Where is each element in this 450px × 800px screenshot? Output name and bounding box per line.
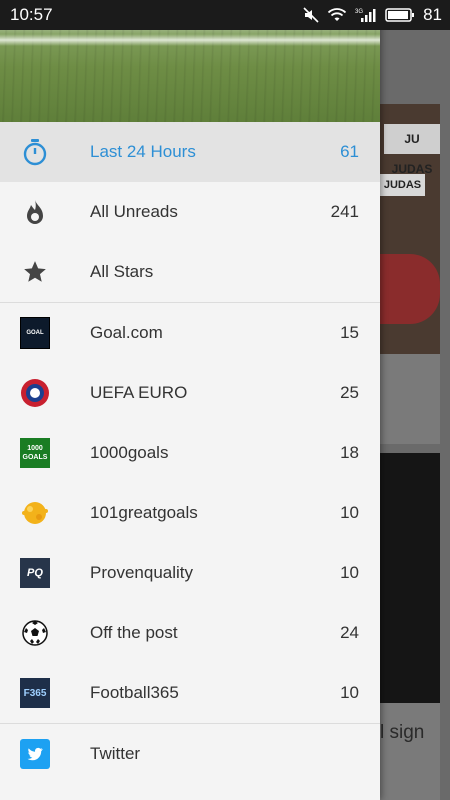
soccer-ball-icon bbox=[20, 618, 50, 648]
feed-count: 10 bbox=[340, 503, 359, 522]
flame-icon bbox=[20, 197, 50, 227]
stopwatch-icon bbox=[20, 137, 50, 167]
battery-percent: 81 bbox=[423, 5, 442, 24]
feed-label: Off the post bbox=[90, 623, 178, 642]
status-bar: 10:57 3G 81 bbox=[0, 0, 450, 30]
feed-label: Football365 bbox=[90, 683, 179, 702]
battery-icon bbox=[385, 8, 415, 22]
1000goals-logo-text-1: 1000 bbox=[27, 445, 43, 452]
background-article-text: l sign bbox=[380, 722, 425, 743]
drawer-item-last-24-hours[interactable]: Last 24 Hours 61 bbox=[0, 122, 380, 182]
wifi-icon bbox=[327, 8, 347, 21]
star-icon bbox=[20, 257, 50, 287]
feed-item-football365[interactable]: F365 Football365 10 bbox=[0, 663, 380, 723]
feed-item-provenquality[interactable]: PQ Provenquality 10 bbox=[0, 543, 380, 603]
drawer-item-label: Last 24 Hours bbox=[90, 142, 196, 161]
feed-label: Provenquality bbox=[90, 563, 194, 582]
feed-label: 101greatgoals bbox=[90, 503, 198, 522]
background-article-image-2 bbox=[380, 453, 440, 703]
background-player-arm bbox=[380, 254, 440, 324]
background-article-image-1: JU JUDAS JUDAS bbox=[380, 104, 440, 354]
feed-count: 25 bbox=[340, 383, 359, 402]
status-icons: 3G 81 bbox=[303, 5, 442, 25]
uefa-logo-icon bbox=[20, 378, 50, 408]
feed-item-101greatgoals[interactable]: 101greatgoals 10 bbox=[0, 483, 380, 543]
f365-logo-text: F365 bbox=[23, 687, 47, 699]
navigation-drawer: Last 24 Hours 61 All Unreads 241 All Sta… bbox=[0, 0, 380, 800]
drawer-list: Last 24 Hours 61 All Unreads 241 All Sta… bbox=[0, 122, 380, 784]
pq-logo-text: PQ bbox=[27, 567, 43, 579]
feed-label: UEFA EURO bbox=[90, 383, 188, 402]
1000goals-logo-icon: 1000 GOALS bbox=[20, 438, 50, 468]
feed-count: 18 bbox=[340, 443, 359, 462]
feed-count: 24 bbox=[340, 623, 359, 642]
drawer-item-all-unreads[interactable]: All Unreads 241 bbox=[0, 182, 380, 242]
goal-com-logo-icon: GOAL bbox=[20, 317, 50, 349]
drawer-item-count: 241 bbox=[330, 202, 359, 221]
drawer-item-label: All Stars bbox=[90, 262, 154, 281]
mute-icon bbox=[303, 7, 319, 23]
background-article-card-2 bbox=[380, 703, 440, 800]
feed-item-uefa-euro[interactable]: UEFA EURO 25 bbox=[0, 363, 380, 423]
signal-3g-icon: 3G bbox=[355, 9, 376, 22]
drawer-item-all-stars[interactable]: All Stars bbox=[0, 242, 380, 302]
pitch-line bbox=[0, 34, 380, 46]
101greatgoals-logo-icon bbox=[20, 498, 50, 528]
1000goals-logo-text-2: GOALS bbox=[22, 454, 48, 461]
service-label: Twitter bbox=[90, 744, 141, 763]
feed-count: 10 bbox=[340, 563, 359, 582]
feed-count: 10 bbox=[340, 683, 359, 702]
feed-item-goal-com[interactable]: GOAL Goal.com 15 bbox=[0, 303, 380, 363]
service-item-twitter[interactable]: Twitter bbox=[0, 724, 380, 784]
status-time: 10:57 bbox=[10, 5, 53, 24]
provenquality-logo-icon: PQ bbox=[20, 558, 50, 588]
feed-count: 15 bbox=[340, 323, 359, 342]
feed-item-1000goals[interactable]: 1000 GOALS 1000goals 18 bbox=[0, 423, 380, 483]
background-banner: JU JUDAS bbox=[384, 124, 440, 176]
twitter-icon bbox=[20, 739, 50, 769]
feed-item-off-the-post[interactable]: Off the post 24 bbox=[0, 603, 380, 663]
goal-logo-text: GOAL bbox=[26, 330, 44, 336]
football365-logo-icon: F365 bbox=[20, 678, 50, 708]
svg-text:3G: 3G bbox=[355, 9, 363, 15]
feed-label: Goal.com bbox=[90, 323, 163, 342]
background-article-card-1 bbox=[380, 354, 440, 444]
drawer-item-count: 61 bbox=[340, 142, 359, 161]
drawer-item-label: All Unreads bbox=[90, 202, 178, 221]
feed-label: 1000goals bbox=[90, 443, 169, 462]
background-banner-2: JUDAS bbox=[380, 174, 425, 196]
